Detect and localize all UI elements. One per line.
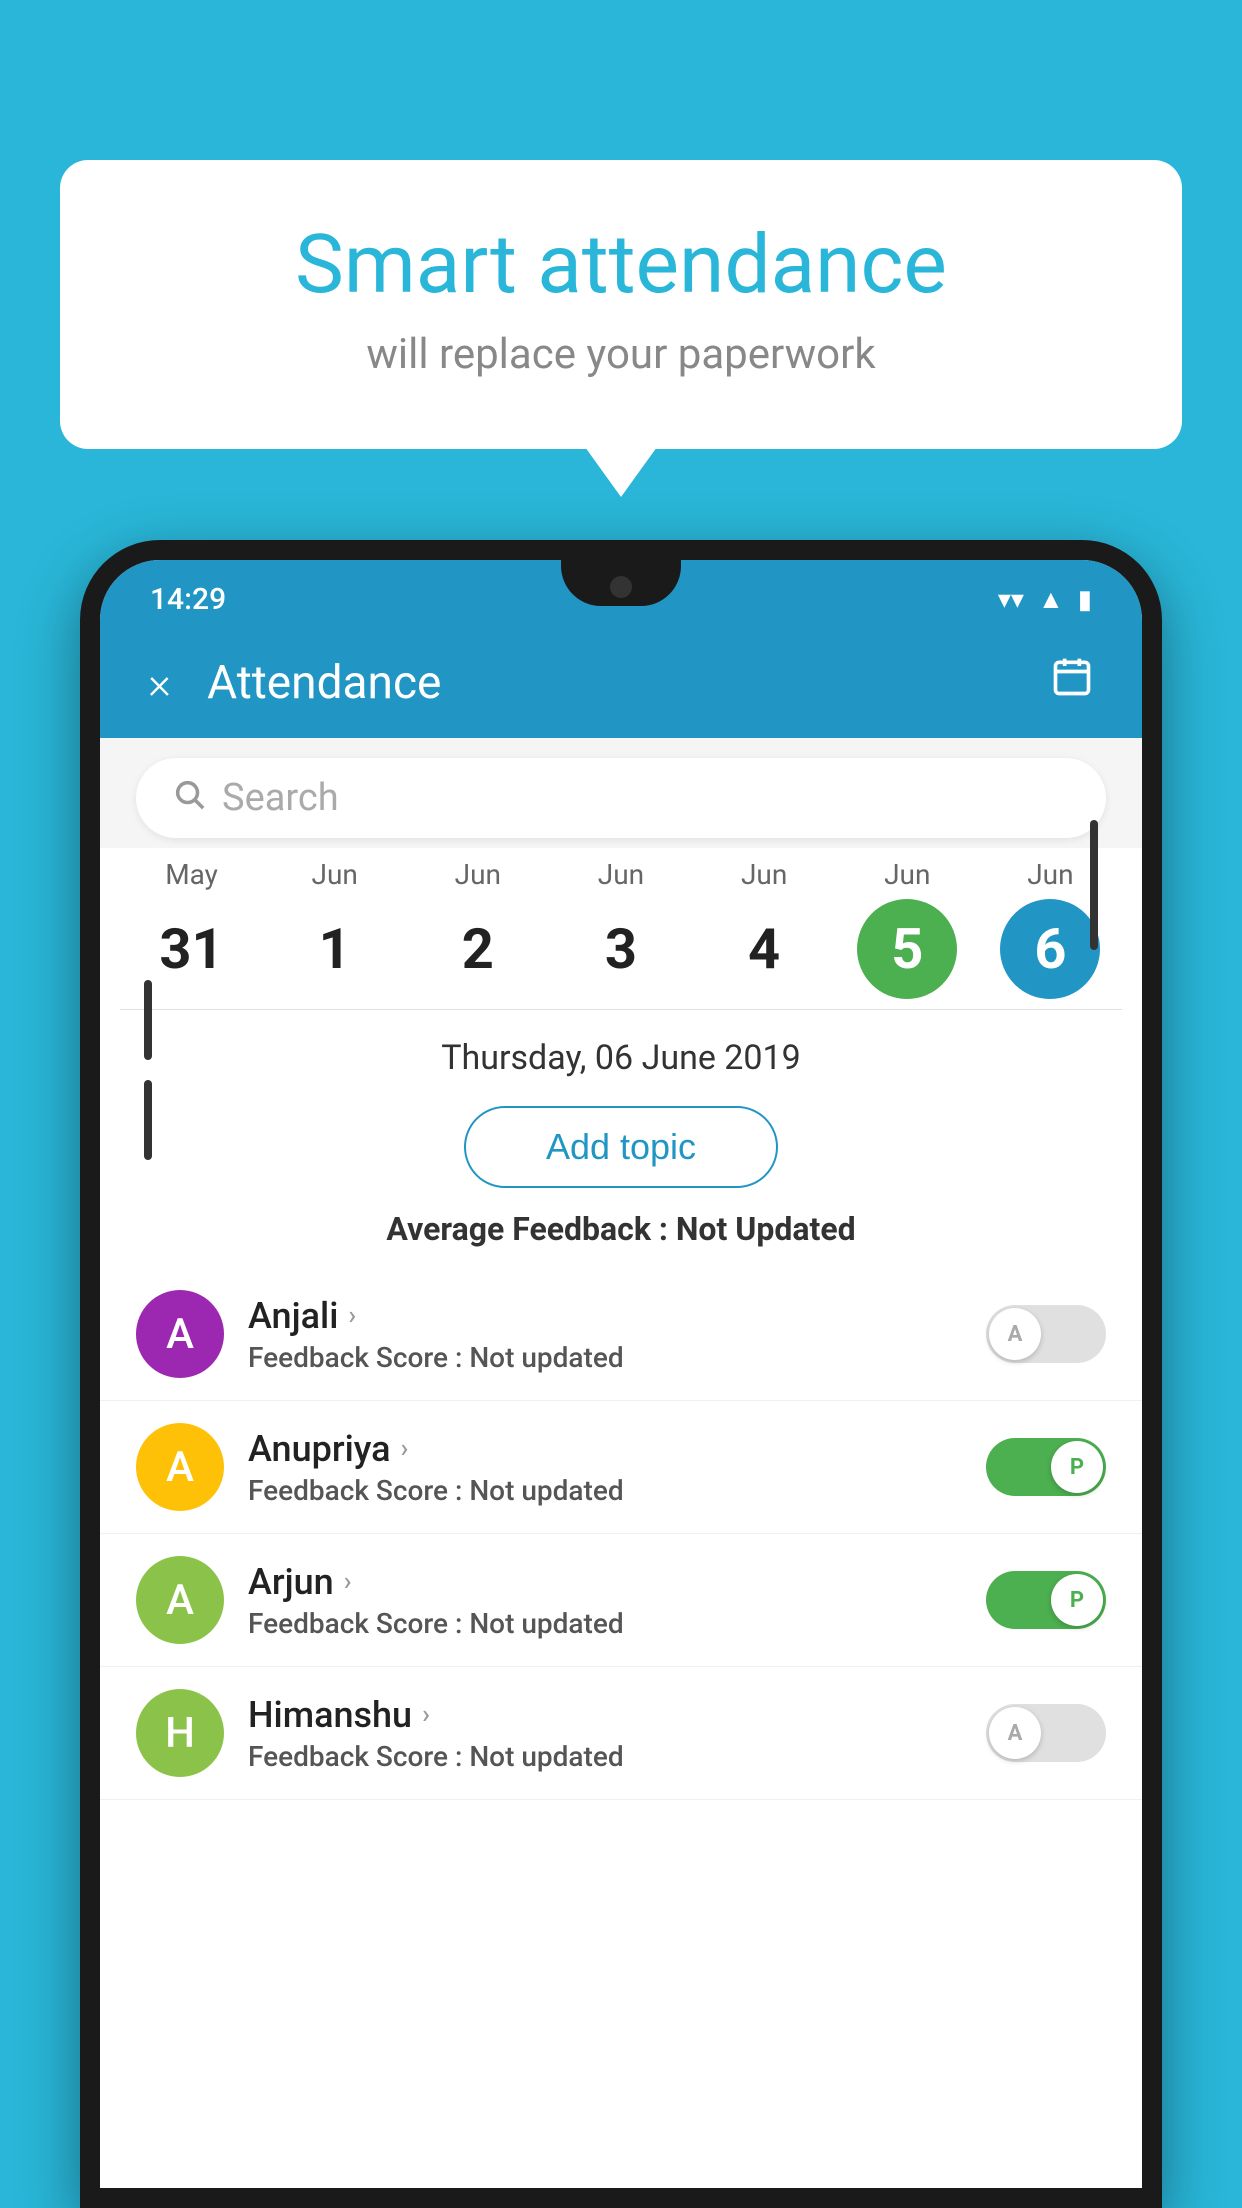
wifi-icon: ▾▾ <box>998 585 1024 615</box>
toggle-wrapper[interactable]: P <box>986 1571 1106 1629</box>
battery-icon: ▮ <box>1078 585 1092 615</box>
feedback-label: Feedback Score : <box>248 1607 469 1640</box>
month-label: Jun <box>455 858 501 891</box>
list-item[interactable]: A Anjali › Feedback Score : Not updated … <box>100 1268 1142 1401</box>
student-info: Arjun › Feedback Score : Not updated <box>248 1561 962 1640</box>
list-item[interactable]: A Arjun › Feedback Score : Not updated P <box>100 1534 1142 1667</box>
app-header: × Attendance <box>100 627 1142 738</box>
month-label: Jun <box>741 858 787 891</box>
date-num[interactable]: 3 <box>571 899 671 999</box>
search-bar: Search <box>100 738 1142 848</box>
list-item[interactable]: H Himanshu › Feedback Score : Not update… <box>100 1667 1142 1800</box>
signal-icon: ▲ <box>1038 584 1064 615</box>
feedback-score: Feedback Score : Not updated <box>248 1341 962 1374</box>
add-topic-button[interactable]: Add topic <box>464 1106 778 1188</box>
status-bar: 14:29 ▾▾ ▲ ▮ <box>100 560 1142 627</box>
feedback-value: Not updated <box>469 1740 623 1773</box>
chevron-right-icon: › <box>401 1434 409 1464</box>
date-col[interactable]: Jun 1 <box>270 858 400 999</box>
avatar: H <box>136 1689 224 1777</box>
toggle-knob: A <box>989 1308 1041 1360</box>
date-col[interactable]: Jun 2 <box>413 858 543 999</box>
date-col[interactable]: Jun 5 <box>842 858 972 999</box>
search-icon <box>172 777 206 820</box>
student-name: Arjun › <box>248 1561 962 1603</box>
month-label: Jun <box>1027 858 1073 891</box>
list-item[interactable]: A Anupriya › Feedback Score : Not update… <box>100 1401 1142 1534</box>
feedback-label: Feedback Score : <box>248 1740 469 1773</box>
selected-date: Thursday, 06 June 2019 <box>100 1010 1142 1096</box>
toggle-knob: P <box>1051 1574 1103 1626</box>
close-button[interactable]: × <box>148 661 171 705</box>
feedback-label: Feedback Score : <box>248 1341 469 1374</box>
phone-screen: 14:29 ▾▾ ▲ ▮ × Attendance <box>100 560 1142 2188</box>
student-list: A Anjali › Feedback Score : Not updated … <box>100 1268 1142 2188</box>
student-info: Himanshu › Feedback Score : Not updated <box>248 1694 962 1773</box>
search-input-wrapper[interactable]: Search <box>136 758 1106 838</box>
speech-bubble-container: Smart attendance will replace your paper… <box>60 160 1182 449</box>
date-col[interactable]: Jun 4 <box>699 858 829 999</box>
search-placeholder: Search <box>222 776 339 820</box>
date-col[interactable]: Jun 3 <box>556 858 686 999</box>
feedback-score: Feedback Score : Not updated <box>248 1474 962 1507</box>
camera-icon <box>610 576 632 598</box>
student-name: Anupriya › <box>248 1428 962 1470</box>
avg-feedback-label: Average Feedback : <box>386 1210 675 1248</box>
student-info: Anjali › Feedback Score : Not updated <box>248 1295 962 1374</box>
status-icons: ▾▾ ▲ ▮ <box>998 584 1092 615</box>
vol-up-button <box>144 980 152 1060</box>
date-num[interactable]: 2 <box>428 899 528 999</box>
date-num[interactable]: 6 <box>1000 899 1100 999</box>
month-label: Jun <box>884 858 930 891</box>
status-time: 14:29 <box>150 582 226 617</box>
calendar-row: May 31 Jun 1 Jun 2 Jun 3 Jun 4 Jun 5 Jun… <box>100 848 1142 1009</box>
toggle-wrapper[interactable]: P <box>986 1438 1106 1496</box>
month-label: Jun <box>598 858 644 891</box>
power-button <box>1090 820 1098 950</box>
toggle-knob: A <box>989 1707 1041 1759</box>
student-name: Anjali › <box>248 1295 962 1337</box>
attendance-toggle[interactable]: P <box>986 1438 1106 1496</box>
toggle-wrapper[interactable]: A <box>986 1704 1106 1762</box>
attendance-toggle[interactable]: A <box>986 1305 1106 1363</box>
chevron-right-icon: › <box>344 1567 352 1597</box>
calendar-button[interactable] <box>1050 655 1094 710</box>
feedback-value: Not updated <box>469 1341 623 1374</box>
vol-down-button <box>144 1080 152 1160</box>
avatar: A <box>136 1423 224 1511</box>
student-name: Himanshu › <box>248 1694 962 1736</box>
feedback-score: Feedback Score : Not updated <box>248 1740 962 1773</box>
avatar: A <box>136 1556 224 1644</box>
date-num[interactable]: 4 <box>714 899 814 999</box>
date-col[interactable]: May 31 <box>127 858 257 999</box>
feedback-value: Not updated <box>469 1607 623 1640</box>
chevron-right-icon: › <box>422 1700 430 1730</box>
avatar: A <box>136 1290 224 1378</box>
chevron-right-icon: › <box>348 1301 356 1331</box>
date-num[interactable]: 31 <box>142 899 242 999</box>
attendance-toggle[interactable]: A <box>986 1704 1106 1762</box>
date-num[interactable]: 5 <box>857 899 957 999</box>
bubble-subtitle: will replace your paperwork <box>140 330 1102 379</box>
notch <box>561 560 681 606</box>
avg-feedback: Average Feedback : Not Updated <box>100 1210 1142 1268</box>
feedback-label: Feedback Score : <box>248 1474 469 1507</box>
date-num[interactable]: 1 <box>285 899 385 999</box>
phone-frame: 14:29 ▾▾ ▲ ▮ × Attendance <box>80 540 1162 2208</box>
avg-feedback-value: Not Updated <box>676 1210 856 1248</box>
attendance-toggle[interactable]: P <box>986 1571 1106 1629</box>
bubble-title: Smart attendance <box>140 220 1102 310</box>
feedback-value: Not updated <box>469 1474 623 1507</box>
toggle-wrapper[interactable]: A <box>986 1305 1106 1363</box>
month-label: May <box>165 858 218 891</box>
app-title: Attendance <box>207 656 1050 710</box>
month-label: Jun <box>312 858 358 891</box>
add-topic-wrapper: Add topic <box>100 1096 1142 1210</box>
student-info: Anupriya › Feedback Score : Not updated <box>248 1428 962 1507</box>
toggle-knob: P <box>1051 1441 1103 1493</box>
speech-bubble: Smart attendance will replace your paper… <box>60 160 1182 449</box>
feedback-score: Feedback Score : Not updated <box>248 1607 962 1640</box>
